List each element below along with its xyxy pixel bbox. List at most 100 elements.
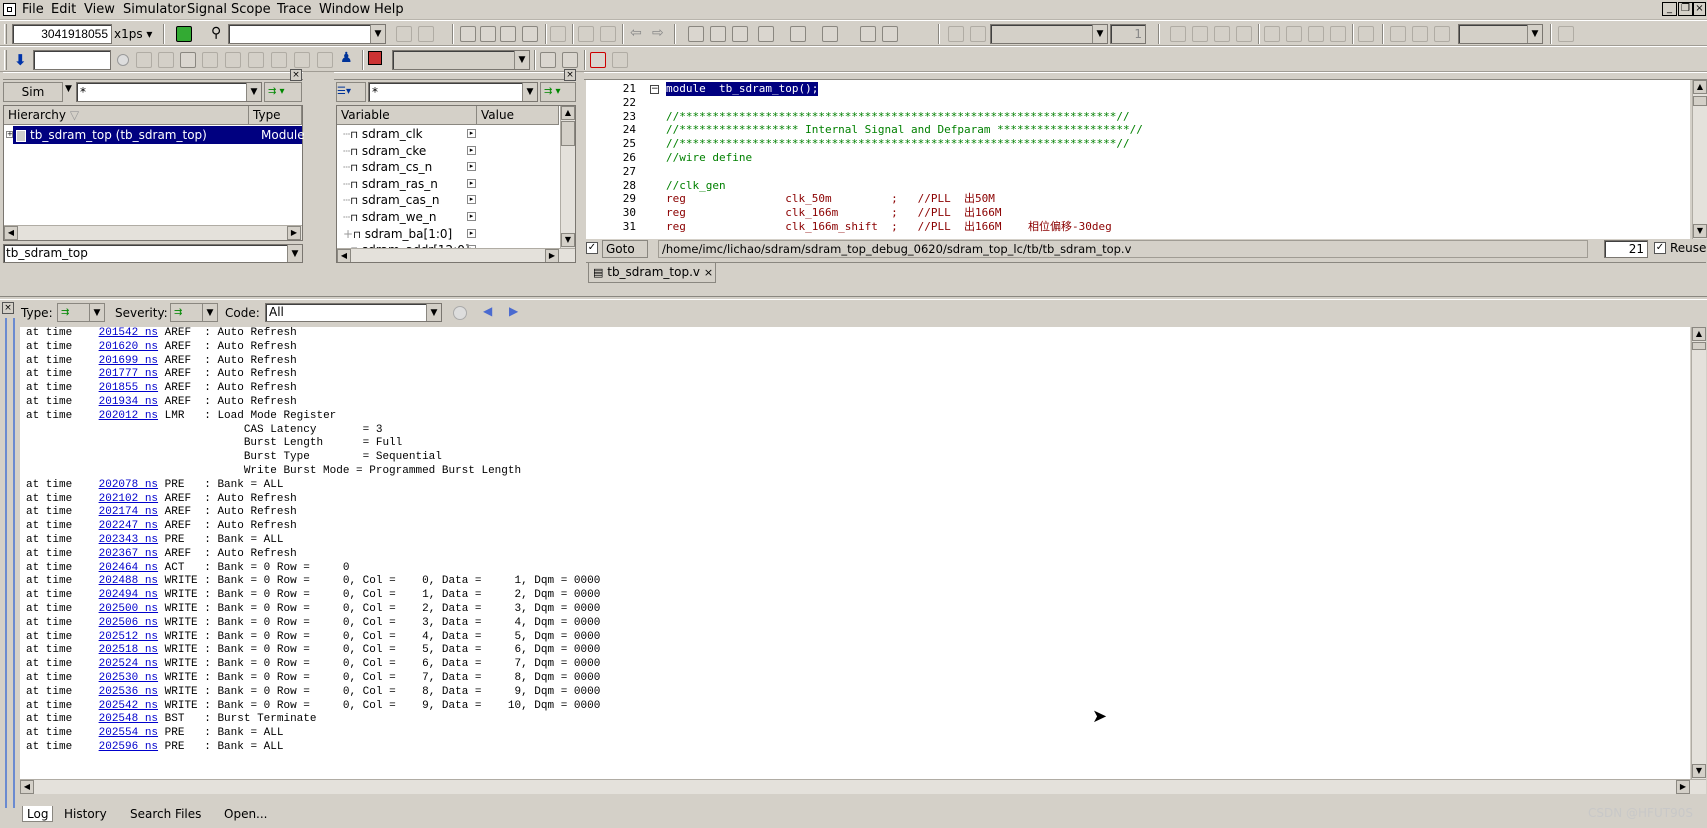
log-time-link[interactable]: 202542 ns [99, 700, 158, 712]
eraser-icon[interactable] [860, 26, 876, 42]
scope-path-combo[interactable]: tb_sdram_top ▼ [3, 244, 303, 263]
reuse-checkbox[interactable]: ✓ [1654, 242, 1666, 254]
pane-close-icon[interactable]: × [290, 69, 302, 81]
zoom-out-2-icon[interactable] [1412, 26, 1428, 42]
menu-view[interactable]: View [84, 2, 115, 17]
zoom-fit-2-icon[interactable] [1434, 26, 1450, 42]
log-time-link[interactable]: 201855 ns [99, 382, 158, 394]
clear-log-icon[interactable] [453, 306, 467, 320]
col-type[interactable]: Type [249, 106, 302, 125]
tab-search-files[interactable]: Search Files [130, 806, 201, 822]
binoculars-left-icon[interactable] [176, 26, 192, 42]
variable-row[interactable]: ┄⊓ sdram_ras_n ▸ [337, 176, 537, 192]
sim-time-input[interactable] [33, 50, 111, 70]
tool-combo-icon[interactable]: ▾ [368, 51, 390, 82]
tab-close-icon[interactable]: × [704, 266, 713, 279]
log-time-link[interactable]: 201699 ns [99, 355, 158, 367]
person-icon[interactable]: ♟ [340, 50, 353, 66]
scroll-right-icon-3[interactable]: ▶ [1676, 780, 1690, 794]
load-icon[interactable] [732, 26, 748, 42]
variable-row[interactable]: +⊓ sdram_ba[1:0] ▸ [337, 226, 537, 242]
step-over-icon[interactable] [480, 26, 496, 42]
unpin-icon[interactable] [970, 26, 986, 42]
back-arrow-icon[interactable]: ⇦ [630, 25, 642, 41]
trace-icon[interactable] [688, 26, 704, 42]
minimize-icon[interactable]: _ [1662, 2, 1677, 16]
zoom-area-icon[interactable] [1264, 26, 1280, 42]
step-back-icon[interactable] [522, 26, 538, 42]
prev-message-icon[interactable]: ◀ [483, 304, 492, 318]
log-time-link[interactable]: 202548 ns [99, 713, 158, 725]
refresh-icon[interactable] [317, 52, 333, 68]
zoom-in-icon[interactable] [1192, 26, 1208, 42]
scroll-right-icon[interactable]: ▶ [287, 226, 301, 240]
step-into-icon[interactable] [180, 52, 196, 68]
unmap-icon[interactable] [562, 52, 578, 68]
hierarchy-filter-input[interactable]: * ▼ [76, 82, 262, 102]
signal-icon[interactable] [882, 26, 898, 42]
sync-icon[interactable] [612, 52, 628, 68]
cursor-icon[interactable] [1170, 26, 1186, 42]
forward-arrow-icon[interactable]: ⇨ [652, 25, 664, 41]
run-to-icon[interactable] [158, 52, 174, 68]
goto-button[interactable]: Goto ⇨ [602, 240, 648, 272]
log-close-icon[interactable]: × [2, 302, 14, 314]
value-icon[interactable]: ▸ [467, 129, 476, 138]
log-time-link[interactable]: 202174 ns [99, 506, 158, 518]
document-icon[interactable] [550, 26, 566, 42]
tool-combo[interactable]: ▼ [392, 50, 530, 70]
source-editor[interactable]: 21 module tb_sdram_top(); 22 23 //**********… [586, 80, 1690, 239]
expand-icon[interactable]: + [6, 131, 13, 138]
next-icon[interactable] [202, 52, 218, 68]
restore-icon[interactable]: ❐ [1678, 2, 1693, 16]
log-vscroll[interactable]: ▲ ▼ [1691, 327, 1706, 779]
log-time-link[interactable]: 202343 ns [99, 534, 158, 546]
zoom-out-icon[interactable] [1214, 26, 1230, 42]
step-out-icon[interactable] [500, 26, 516, 42]
find-prev-icon[interactable] [396, 26, 412, 42]
menu-trace[interactable]: Trace [277, 2, 312, 17]
menu-file[interactable]: File [22, 2, 44, 17]
fsm-icon[interactable] [822, 26, 838, 42]
zoom-prev-icon[interactable] [1286, 26, 1302, 42]
log-hscroll[interactable]: ◀ ▶ [20, 779, 1706, 794]
value-icon[interactable]: ▸ [467, 178, 476, 188]
variable-filter-input[interactable]: * ▼ [368, 82, 538, 102]
next-message-icon[interactable]: ▶ [509, 304, 518, 318]
log-time-link[interactable]: 202012 ns [99, 410, 158, 422]
variable-row[interactable]: ┄⊓ sdram_cke ▸ [337, 143, 537, 159]
app-icon[interactable] [3, 3, 16, 16]
log-time-link[interactable]: 202494 ns [99, 589, 158, 601]
menu-window[interactable]: Window [319, 2, 370, 17]
menu-help[interactable]: Help [374, 2, 404, 17]
find-next-icon[interactable] [418, 26, 434, 42]
pane-close-icon-2[interactable]: × [564, 69, 576, 81]
variable-row[interactable]: ┄⊓ sdram_we_n ▸ [337, 209, 537, 225]
waveform-icon[interactable] [758, 26, 774, 42]
scroll-left-icon-2[interactable]: ◀ [337, 249, 351, 262]
tab-open[interactable]: Open... [224, 806, 268, 822]
grid-icon[interactable] [1358, 26, 1374, 42]
close-icon[interactable]: × [1693, 2, 1706, 16]
variable-row[interactable]: ┄⊓ sdram_cas_n ▸ [337, 192, 537, 208]
scroll-down-icon-2[interactable]: ▼ [1693, 224, 1707, 238]
log-time-link[interactable]: 201542 ns [99, 327, 158, 339]
stop-icon[interactable] [590, 52, 606, 68]
driver-icon[interactable] [710, 26, 726, 42]
scroll-up-icon-2[interactable]: ▲ [1693, 80, 1707, 94]
log-time-link[interactable]: 202524 ns [99, 658, 158, 670]
variable-view-icon[interactable]: ☰▾ [336, 82, 366, 102]
value-icon[interactable]: ▸ [467, 228, 476, 238]
lower-icon[interactable] [600, 26, 616, 42]
step-icon[interactable] [460, 26, 476, 42]
time-unit-select[interactable]: x1ps ▾ [114, 24, 158, 44]
hierarchy-row[interactable]: tb_sdram_top (tb_sdram_top) Module [13, 126, 305, 144]
value-icon[interactable]: ▸ [467, 145, 476, 155]
watch-icon[interactable] [294, 52, 310, 68]
binoculars-icon[interactable]: ⚲ [211, 25, 221, 41]
record-icon[interactable] [117, 54, 129, 66]
raise-icon[interactable] [578, 26, 594, 42]
goto-checkbox[interactable]: ✓ [586, 242, 598, 254]
tab-history[interactable]: History [64, 806, 107, 822]
value-icon[interactable]: ▸ [467, 212, 476, 221]
